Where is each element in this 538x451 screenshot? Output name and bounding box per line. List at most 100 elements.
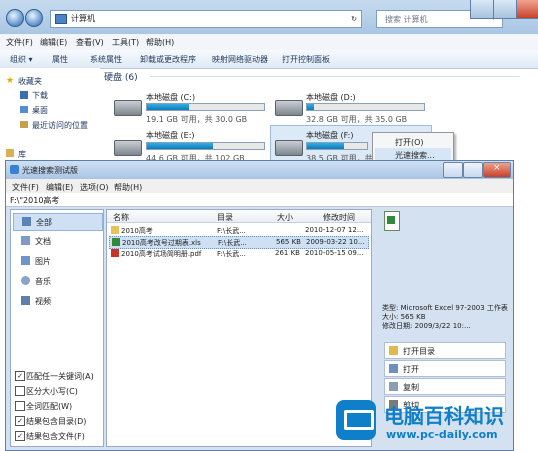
image-icon [21, 256, 30, 265]
category-label: 图片 [35, 257, 51, 266]
hard-drive-icon [114, 140, 142, 156]
menu-edit[interactable]: 编辑(E) [40, 37, 67, 48]
download-icon [20, 91, 28, 99]
drive-f-name[interactable]: 本地磁盘 (F:) [306, 130, 353, 141]
row-size: 261 KB [275, 249, 300, 257]
group-title: 硬盘 (6) [104, 73, 138, 83]
copy-button[interactable]: 复制 [384, 378, 506, 395]
toolbar-map-drive[interactable]: 映射网络驱动器 [212, 54, 268, 65]
category-all[interactable]: 全部 [13, 213, 103, 231]
sidebar-library[interactable]: 库 [18, 149, 26, 160]
category-label: 音乐 [35, 277, 51, 286]
menu-help[interactable]: 帮助(H) [146, 37, 174, 48]
category-images[interactable]: 图片 [13, 253, 101, 269]
toolbar-system-properties[interactable]: 系统属性 [90, 54, 122, 65]
open-icon [389, 364, 398, 373]
video-icon [21, 296, 30, 305]
folder-icon [111, 226, 119, 234]
watermark: 电脑百科知识 www.pc-daily.com [330, 396, 538, 449]
menu-file[interactable]: 文件(F) [6, 37, 33, 48]
toolbar-uninstall[interactable]: 卸载或更改程序 [140, 54, 196, 65]
category-panel: 全部 文档 图片 音乐 视频 ✓ 匹配任一关键词(A) 区分大小写(C) 全词匹配… [10, 209, 104, 447]
menu-view[interactable]: 查看(V) [76, 37, 104, 48]
category-label: 全部 [36, 218, 52, 227]
option-label: 结果包含文件(F) [26, 432, 85, 441]
table-row[interactable]: 2010高考 F:\长武... 2010-12-07 12... [109, 225, 367, 236]
tool-menu-help[interactable]: 帮助(H) [114, 182, 142, 193]
table-row[interactable]: 2010高考试场简明册.pdf F:\长武... 261 KB 2010-05-… [109, 248, 367, 259]
toolbar-organize[interactable]: 组织 ▾ [10, 54, 33, 65]
option-label: 匹配任一关键词(A) [26, 372, 94, 381]
row-time: 2009-03-22 10... [306, 238, 365, 246]
desktop-icon [20, 106, 28, 113]
tool-menu-edit[interactable]: 编辑(E) [46, 182, 73, 193]
drive-f-bar [306, 142, 368, 150]
column-size[interactable]: 大小 [277, 212, 293, 223]
excel-preview-icon [384, 211, 400, 231]
refresh-icon[interactable]: ↻ [351, 15, 357, 23]
tool-menu-file[interactable]: 文件(F) [12, 182, 39, 193]
action-label: 打开 [403, 365, 419, 374]
group-divider [150, 76, 520, 77]
tool-close-button[interactable]: × [483, 162, 511, 178]
drive-d-size: 32.8 GB 可用，共 35.0 GB [306, 115, 408, 124]
close-button[interactable] [516, 0, 538, 19]
checkbox[interactable]: ✓ [15, 371, 25, 381]
context-open[interactable]: 打开(O) [395, 137, 424, 148]
column-name[interactable]: 名称 [113, 212, 129, 223]
tool-menu-options[interactable]: 选项(O) [80, 182, 109, 193]
address-bar[interactable]: 计算机 ↻ [50, 10, 362, 28]
toolbar-control-panel[interactable]: 打开控制面板 [282, 54, 330, 65]
forward-button[interactable] [25, 9, 43, 27]
context-menu: 打开(O) 光速搜索... [372, 132, 454, 162]
library-icon [6, 149, 14, 157]
option-label: 区分大小写(C) [26, 387, 78, 396]
sidebar-favorites[interactable]: 收藏夹 [18, 76, 42, 87]
tool-menubar: 文件(F) 编辑(E) 选项(O) 帮助(H) [6, 179, 513, 193]
address-text: 计算机 [71, 14, 95, 23]
drive-e-name[interactable]: 本地磁盘 (E:) [146, 130, 195, 141]
category-documents[interactable]: 文档 [13, 233, 101, 249]
checkbox[interactable] [15, 401, 25, 411]
explorer-toolbar: 组织 ▾ 属性 系统属性 卸载或更改程序 映射网络驱动器 打开控制面板 [0, 50, 538, 69]
checkbox[interactable] [15, 386, 25, 396]
checkbox[interactable]: ✓ [15, 416, 25, 426]
category-music[interactable]: 音乐 [13, 273, 101, 289]
tool-minimize-button[interactable] [443, 162, 463, 178]
search-path-field[interactable]: F:\"2010高考 [6, 193, 513, 207]
all-icon [22, 217, 31, 226]
category-label: 视频 [35, 297, 51, 306]
category-video[interactable]: 视频 [13, 293, 101, 309]
checkbox[interactable]: ✓ [15, 431, 25, 441]
explorer-sidebar: ★ 收藏夹 下载 桌面 最近访问的位置 库 [0, 68, 100, 168]
option-label: 结果包含目录(D) [26, 417, 87, 426]
maximize-button[interactable] [493, 0, 517, 19]
open-folder-button[interactable]: 打开目录 [384, 342, 506, 359]
menu-tools[interactable]: 工具(T) [112, 37, 139, 48]
folder-icon [389, 346, 398, 355]
back-button[interactable] [6, 9, 24, 27]
search-placeholder: 搜索 计算机 [385, 15, 428, 24]
row-name: 2010高考改号过期表.xls [122, 239, 201, 247]
pdf-file-icon [111, 249, 119, 257]
drive-d-name[interactable]: 本地磁盘 (D:) [306, 92, 356, 103]
drive-c-name[interactable]: 本地磁盘 (C:) [146, 92, 195, 103]
action-label: 打开目录 [403, 347, 435, 356]
sidebar-desktop[interactable]: 桌面 [32, 105, 48, 116]
category-label: 文档 [35, 237, 51, 246]
sidebar-downloads[interactable]: 下载 [32, 90, 48, 101]
explorer-menubar: 文件(F) 编辑(E) 查看(V) 工具(T) 帮助(H) [0, 34, 538, 51]
column-time[interactable]: 修改时间 [323, 212, 355, 223]
toolbar-properties[interactable]: 属性 [52, 54, 68, 65]
drive-c-fill [147, 104, 190, 110]
watermark-title: 电脑百科知识 [384, 404, 504, 428]
close-icon: × [493, 163, 501, 173]
row-dir: F:\长武... [218, 239, 247, 247]
open-button[interactable]: 打开 [384, 360, 506, 377]
drive-d-bar [306, 103, 425, 111]
hard-drive-icon [114, 100, 142, 116]
column-dir[interactable]: 目录 [217, 212, 233, 223]
sidebar-recent[interactable]: 最近访问的位置 [32, 120, 88, 131]
tool-maximize-button[interactable] [463, 162, 483, 178]
minimize-button[interactable] [470, 0, 494, 19]
